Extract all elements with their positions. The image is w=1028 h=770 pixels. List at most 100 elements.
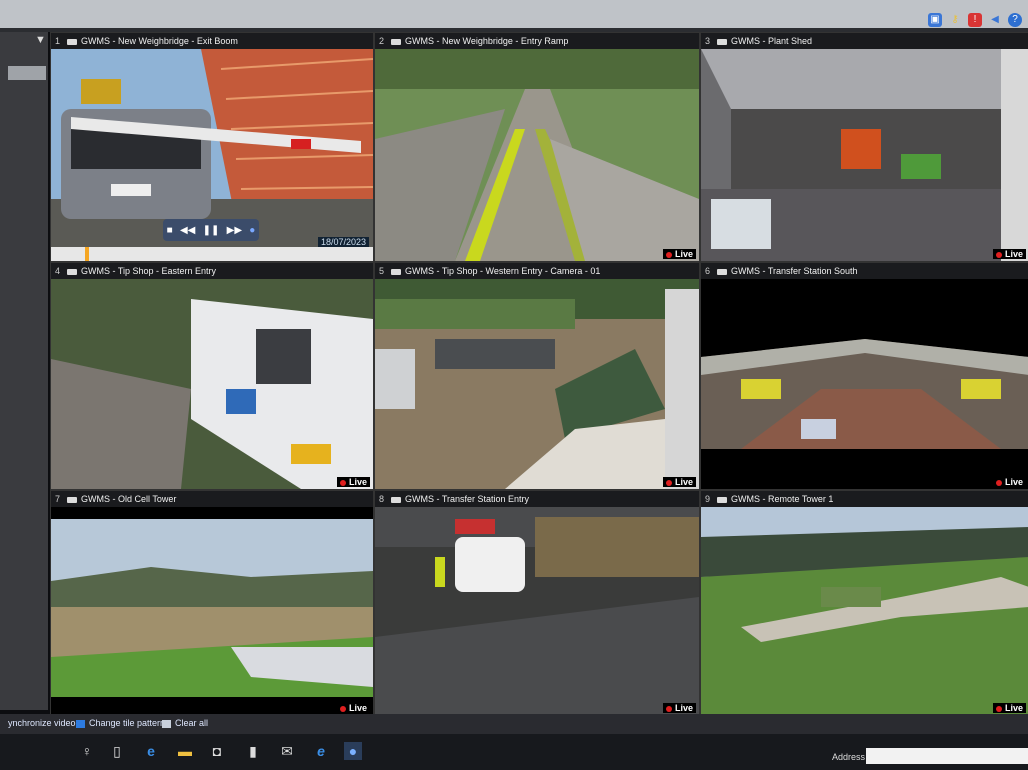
- live-indicator: Live: [662, 249, 696, 259]
- clear-icon: [162, 719, 171, 728]
- key-icon[interactable]: ⚷: [948, 13, 962, 27]
- stop-icon[interactable]: ■: [167, 225, 173, 236]
- camera-icon: [67, 38, 77, 45]
- tile-number: 5: [379, 266, 385, 276]
- vms-client-icon[interactable]: ●: [344, 742, 362, 760]
- tile-number: 8: [379, 494, 385, 504]
- tile-header: 9 GWMS - Remote Tower 1: [701, 491, 1028, 507]
- pause-icon[interactable]: ❚❚: [203, 225, 220, 236]
- address-input[interactable]: [866, 748, 1028, 764]
- document-icon[interactable]: ▮: [244, 742, 262, 760]
- address-label: Address: [832, 752, 866, 762]
- camera-icon: [717, 38, 727, 45]
- video-grid: 1 GWMS - New Weighbridge - Exit Boom ■ ◀◀…: [50, 32, 1028, 716]
- tile-header: 8 GWMS - Transfer Station Entry: [375, 491, 699, 507]
- camera-icon: [391, 496, 401, 503]
- camera-icon: [391, 38, 401, 45]
- synchronize-video-button[interactable]: ynchronize video: [8, 718, 76, 728]
- speaker-icon[interactable]: ◀: [988, 13, 1002, 27]
- video-tile-6[interactable]: 6 GWMS - Transfer Station South Live: [700, 262, 1028, 490]
- video-tile-2[interactable]: 2 GWMS - New Weighbridge - Entry Ramp Liv…: [374, 32, 700, 262]
- camera-icon: [717, 268, 727, 275]
- forward-icon[interactable]: ▶▶: [227, 225, 242, 236]
- pattern-label: Change tile pattern: [89, 718, 166, 728]
- top-bar: ▣ ⚷ ! ◀ ?: [0, 0, 1028, 32]
- tile-title: GWMS - Tip Shop - Western Entry - Camera…: [405, 266, 601, 276]
- system-tray: ▣ ⚷ ! ◀ ?: [928, 12, 1022, 28]
- video-tile-8[interactable]: 8 GWMS - Transfer Station Entry Live: [374, 490, 700, 716]
- tile-header: 3 GWMS - Plant Shed: [701, 33, 1028, 49]
- tile-header: 5 GWMS - Tip Shop - Western Entry - Camer…: [375, 263, 699, 279]
- internet-explorer-icon[interactable]: e: [312, 742, 330, 760]
- video-tile-3[interactable]: 3 GWMS - Plant Shed Live: [700, 32, 1028, 262]
- timeline-marker[interactable]: [85, 247, 89, 261]
- speed-icon[interactable]: ●: [249, 225, 255, 236]
- camera-icon: [391, 268, 401, 275]
- tile-header: 6 GWMS - Transfer Station South: [701, 263, 1028, 279]
- live-indicator: Live: [662, 703, 696, 713]
- camera-icon: [717, 496, 727, 503]
- store-icon[interactable]: ◘: [208, 742, 226, 760]
- tile-header: 7 GWMS - Old Cell Tower: [51, 491, 373, 507]
- task-view-icon[interactable]: ▯: [108, 742, 126, 760]
- tile-title: GWMS - Transfer Station South: [731, 266, 858, 276]
- live-indicator: Live: [992, 477, 1026, 487]
- clear-all-button[interactable]: Clear all: [162, 718, 208, 728]
- live-indicator: Live: [662, 477, 696, 487]
- video-feed: [51, 279, 373, 489]
- tile-title: GWMS - Remote Tower 1: [731, 494, 834, 504]
- video-tile-1[interactable]: 1 GWMS - New Weighbridge - Exit Boom ■ ◀◀…: [50, 32, 374, 262]
- taskbar: ♀ ▯ e ▬ ◘ ▮ ✉ e ● Address: [0, 734, 1028, 770]
- change-tile-pattern-button[interactable]: Change tile pattern: [76, 718, 165, 728]
- live-indicator: Live: [992, 703, 1026, 713]
- tile-number: 2: [379, 36, 385, 46]
- bottom-toolbar: ynchronize video Change tile pattern Cle…: [0, 714, 1028, 734]
- help-icon[interactable]: ?: [1008, 13, 1022, 27]
- video-tile-5[interactable]: 5 GWMS - Tip Shop - Western Entry - Camer…: [374, 262, 700, 490]
- tile-title: GWMS - New Weighbridge - Entry Ramp: [405, 36, 569, 46]
- playback-date: 18/07/2023: [317, 237, 369, 247]
- video-feed: [701, 279, 1028, 489]
- sync-label: ynchronize video: [8, 718, 76, 728]
- tile-number: 9: [705, 494, 711, 504]
- edge-browser-icon[interactable]: e: [142, 742, 160, 760]
- tile-number: 6: [705, 266, 711, 276]
- tile-number: 3: [705, 36, 711, 46]
- playback-controls: ■ ◀◀ ❚❚ ▶▶ ●: [163, 219, 259, 241]
- tile-number: 4: [55, 266, 61, 276]
- monitor-icon[interactable]: ▣: [928, 13, 942, 27]
- tile-title: GWMS - Old Cell Tower: [81, 494, 177, 504]
- file-explorer-icon[interactable]: ▬: [176, 742, 194, 760]
- camera-icon: [67, 496, 77, 503]
- tile-pattern-icon: [76, 719, 85, 728]
- live-indicator: Live: [336, 703, 370, 713]
- tile-number: 7: [55, 494, 61, 504]
- video-feed: [51, 49, 373, 247]
- pin-icon[interactable]: ▼: [35, 34, 46, 46]
- video-feed: [51, 507, 373, 715]
- video-tile-9[interactable]: 9 GWMS - Remote Tower 1 Live: [700, 490, 1028, 716]
- video-feed: [701, 49, 1028, 261]
- live-indicator: Live: [992, 249, 1026, 259]
- microphone-icon[interactable]: ♀: [78, 742, 96, 760]
- rewind-icon[interactable]: ◀◀: [180, 225, 195, 236]
- tile-title: GWMS - New Weighbridge - Exit Boom: [81, 36, 238, 46]
- tile-title: GWMS - Plant Shed: [731, 36, 813, 46]
- alert-icon[interactable]: !: [968, 13, 982, 27]
- video-tile-4[interactable]: 4 GWMS - Tip Shop - Eastern Entry Live: [50, 262, 374, 490]
- tile-title: GWMS - Tip Shop - Eastern Entry: [81, 266, 217, 276]
- tile-header: 1 GWMS - New Weighbridge - Exit Boom: [51, 33, 373, 49]
- panel-button[interactable]: [8, 66, 46, 80]
- video-tile-7[interactable]: 7 GWMS - Old Cell Tower Live: [50, 490, 374, 716]
- playback-timeline[interactable]: [51, 247, 373, 261]
- tile-header: 4 GWMS - Tip Shop - Eastern Entry: [51, 263, 373, 279]
- left-panel: ▼: [0, 32, 48, 710]
- camera-icon: [67, 268, 77, 275]
- tile-title: GWMS - Transfer Station Entry: [405, 494, 530, 504]
- mail-icon[interactable]: ✉: [278, 742, 296, 760]
- video-feed: [375, 279, 699, 489]
- live-indicator: Live: [336, 477, 370, 487]
- video-feed: [375, 49, 699, 261]
- tile-number: 1: [55, 36, 61, 46]
- tile-header: 2 GWMS - New Weighbridge - Entry Ramp: [375, 33, 699, 49]
